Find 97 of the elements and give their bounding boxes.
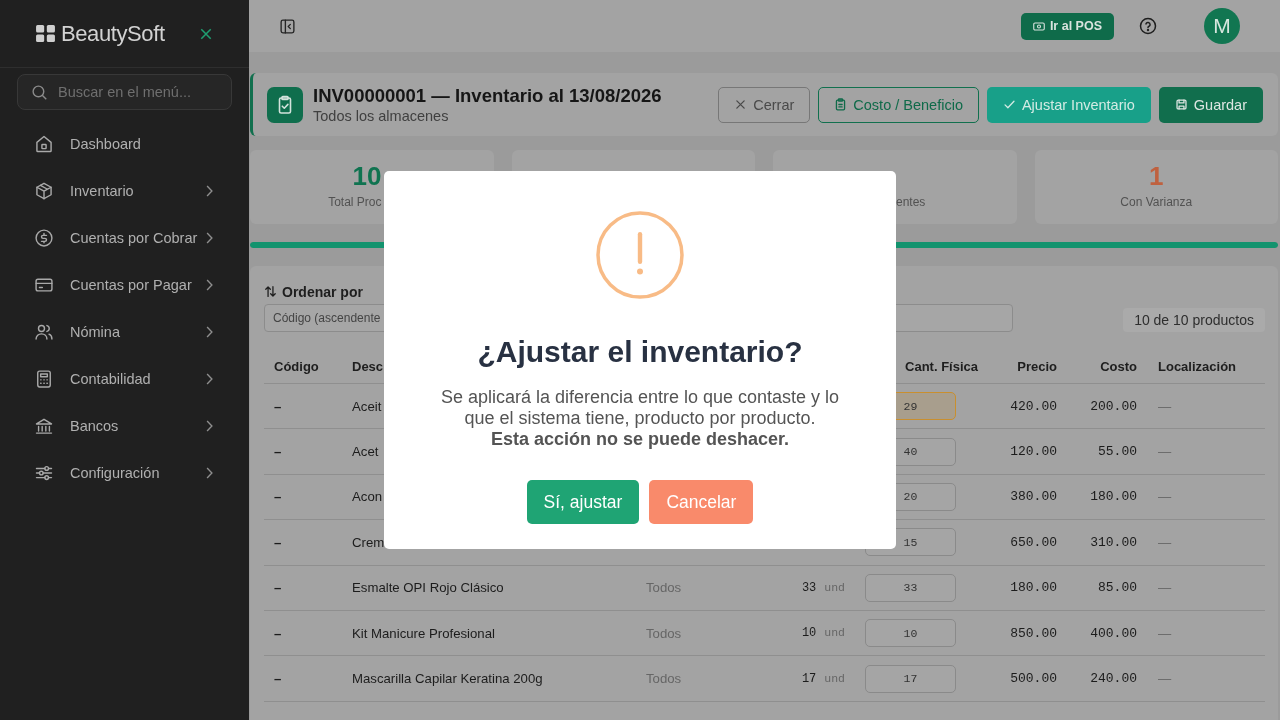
table-cell: – bbox=[274, 625, 282, 641]
column-header: Costo bbox=[1100, 359, 1137, 374]
table-cell: – bbox=[274, 534, 282, 550]
dialog-title: ¿Ajustar el inventario? bbox=[477, 334, 803, 370]
nav-item[interactable]: Nómina bbox=[34, 308, 213, 355]
save-button[interactable]: Guardar bbox=[1158, 86, 1263, 123]
save-icon bbox=[1174, 98, 1188, 111]
help-icon[interactable] bbox=[1139, 17, 1157, 35]
stat-value: 10 bbox=[352, 161, 382, 191]
column-header: Localización bbox=[1158, 359, 1237, 374]
column-header: Desc bbox=[352, 359, 384, 374]
home-icon bbox=[34, 133, 54, 154]
stat-label: Con Varianza bbox=[1120, 194, 1193, 210]
close-icon bbox=[734, 98, 748, 111]
table-cell: — bbox=[1158, 580, 1172, 596]
document-subtitle: Todos los almacenes bbox=[313, 106, 450, 125]
nav-item[interactable]: Dashboard bbox=[34, 120, 213, 167]
table-cell: Mascarilla Capilar Keratina 200g bbox=[352, 671, 543, 687]
table-cell: — bbox=[1158, 444, 1172, 460]
table-cell: 120.00 bbox=[1010, 444, 1057, 460]
nav-item[interactable]: Bancos bbox=[34, 402, 213, 449]
confirm-button[interactable]: Sí, ajustar bbox=[526, 480, 640, 524]
banknote-icon bbox=[1032, 21, 1045, 31]
product-count: 10 de 10 productos bbox=[1123, 308, 1265, 332]
nav-item[interactable]: Cuentas por Pagar bbox=[34, 261, 213, 308]
table-cell: Esmalte OPI Rojo Clásico bbox=[352, 580, 504, 596]
table-cell: 500.00 bbox=[1010, 671, 1057, 687]
stat-value: 1 bbox=[1149, 161, 1164, 191]
table-cell: 85.00 bbox=[1098, 580, 1137, 596]
table-cell: 180.00 bbox=[1090, 489, 1137, 505]
close-button[interactable]: Cerrar bbox=[718, 86, 811, 123]
sidebar-toggle-icon[interactable] bbox=[279, 17, 296, 35]
table-cell: 380.00 bbox=[1010, 489, 1057, 505]
table-cell: — bbox=[1158, 398, 1172, 414]
warning-icon bbox=[596, 211, 684, 299]
table-cell: 180.00 bbox=[1010, 580, 1057, 596]
pos-button[interactable]: Ir al POS bbox=[1020, 12, 1114, 40]
table-cell: 240.00 bbox=[1090, 671, 1137, 687]
table-cell: Aceit bbox=[352, 398, 382, 414]
dialog-message: Se aplicará la diferencia entre lo que contaste y lo que el sistema tiene, producto por producto. Esta acción no se puede deshacer. bbox=[439, 387, 841, 450]
sort-label: Ordenar por bbox=[282, 283, 363, 300]
brand-name: BeautySoft bbox=[61, 20, 165, 47]
table-cell: 850.00 bbox=[1010, 625, 1057, 641]
search-field[interactable]: Buscar en el menú... bbox=[17, 74, 232, 110]
clipboard-icon bbox=[267, 86, 303, 123]
column-header: Precio bbox=[1017, 359, 1057, 374]
unit-text: und bbox=[824, 580, 845, 594]
column-header: Cant. Física bbox=[905, 359, 978, 374]
table-cell: 55.00 bbox=[1098, 444, 1137, 460]
table-cell: — bbox=[1158, 625, 1172, 641]
cost-benefit-button[interactable]: Costo / Beneficio bbox=[818, 86, 979, 123]
table-cell: Acet bbox=[352, 444, 379, 460]
clipboard-icon bbox=[834, 98, 848, 111]
calculator-icon bbox=[34, 368, 54, 389]
sort-icon bbox=[264, 285, 277, 298]
quantity-text: 17 bbox=[801, 671, 817, 686]
quantity-input[interactable]: 10 bbox=[865, 619, 956, 648]
table-cell: Todos bbox=[646, 671, 682, 687]
quantity-input[interactable]: 17 bbox=[865, 664, 956, 693]
table-cell: 200.00 bbox=[1090, 398, 1137, 414]
table-cell: 400.00 bbox=[1090, 625, 1137, 641]
table-cell: Todos bbox=[646, 625, 682, 641]
table-cell: – bbox=[274, 671, 282, 687]
table-cell: Acon bbox=[352, 489, 383, 505]
table-cell: Crem bbox=[352, 534, 385, 550]
table-cell: 650.00 bbox=[1010, 534, 1057, 550]
table-cell: – bbox=[274, 580, 282, 596]
unit-text: und bbox=[824, 626, 845, 640]
table-cell: — bbox=[1158, 489, 1172, 505]
stat-label: entes bbox=[896, 194, 926, 210]
check-icon bbox=[1002, 98, 1016, 111]
table-cell: – bbox=[274, 489, 282, 505]
table-cell: — bbox=[1158, 671, 1172, 687]
unit-text: und bbox=[824, 671, 845, 685]
nav-item[interactable]: Inventario bbox=[34, 167, 213, 214]
avatar[interactable]: M bbox=[1204, 8, 1240, 44]
search-icon bbox=[31, 83, 48, 101]
table-cell: – bbox=[274, 398, 282, 414]
table-cell: Kit Manicure Profesional bbox=[352, 625, 495, 641]
column-header: Código bbox=[274, 359, 319, 374]
table-cell: Todos bbox=[646, 580, 682, 596]
nav-item[interactable]: Configuración bbox=[34, 449, 213, 496]
box-icon bbox=[34, 180, 54, 201]
quantity-input[interactable]: 33 bbox=[865, 573, 956, 602]
close-icon[interactable] bbox=[200, 27, 212, 40]
table-cell: 310.00 bbox=[1090, 534, 1137, 550]
document-title: INV00000001 — Inventario al 13/08/2026 bbox=[313, 84, 662, 107]
nav-item[interactable]: Cuentas por Cobrar bbox=[34, 214, 213, 261]
table-cell: — bbox=[1158, 534, 1172, 550]
nav-item[interactable]: Contabilidad bbox=[34, 355, 213, 402]
dollar-icon bbox=[34, 227, 54, 248]
stat-label: Total Proc bbox=[328, 194, 382, 210]
logo-icon bbox=[36, 25, 55, 42]
quantity-text: 33 bbox=[801, 580, 817, 595]
table-cell: – bbox=[274, 444, 282, 460]
quantity-text: 10 bbox=[801, 626, 817, 641]
table-cell: 420.00 bbox=[1010, 398, 1057, 414]
